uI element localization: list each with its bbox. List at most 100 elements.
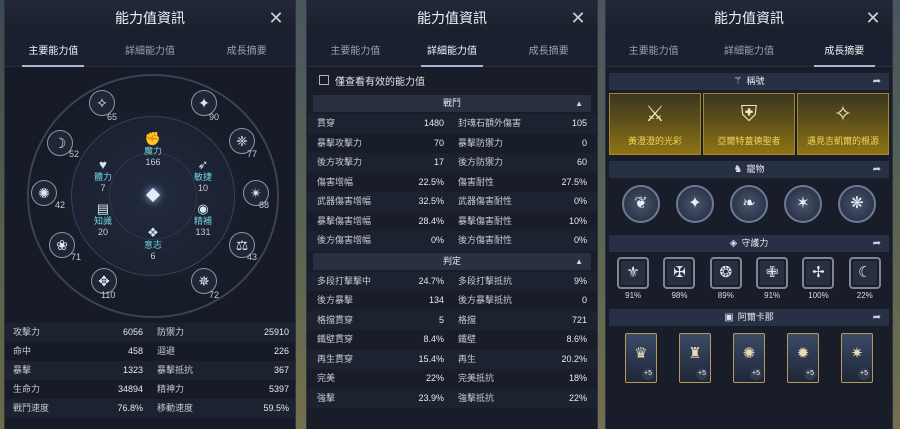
judgement-table: 多段打擊擊中 24.7% 多段打擊抵抗 9% 後方暴擊 134 後方暴擊抵抗 0 格擋貫穿 5…	[307, 271, 597, 408]
star-crest-icon: ✧	[833, 101, 853, 126]
share-arrow-icon[interactable]: ➦	[873, 309, 881, 326]
guardian-slot[interactable]: ⚜ 91%	[615, 257, 651, 303]
guardian-slot[interactable]: ☾ 22%	[847, 257, 883, 303]
sword-icon: ⚔	[645, 101, 665, 126]
glyph-value: 72	[209, 290, 220, 300]
arcana-card[interactable]: ♜ +5	[679, 333, 711, 383]
table-row: 傷害增幅 22.5% 傷害耐性 27.5%	[317, 176, 587, 187]
guardian-slot[interactable]: ✢ 100%	[800, 257, 836, 303]
shield-icon: ⛨	[740, 101, 758, 126]
glyph-value: 90	[209, 112, 220, 122]
glyph-value: 43	[247, 252, 258, 262]
stats-panel-growth: 能力值資訊 ✕ 主要能力值 詳細能力值 成長摘要 ⚚ 稱號 ➦ ⚔ 黃澄澄的光彩 …	[605, 0, 893, 429]
arcana-icon: ▣	[724, 312, 734, 323]
stat-stamina[interactable]: ♥ 體力 7	[83, 158, 123, 194]
section-header-combat[interactable]: 戰鬥 ▲	[313, 95, 591, 112]
tab-bar: 主要能力值 詳細能力值 成長摘要	[606, 37, 892, 67]
glyph-icon[interactable]: ✺	[31, 180, 57, 206]
enhance-badge: +5	[750, 368, 762, 380]
table-row: 多段打擊擊中 24.7% 多段打擊抵抗 9%	[307, 271, 597, 291]
table-row: 格擋貫穿 5 格擋 721	[307, 310, 597, 330]
stat-magic[interactable]: ✊ 魔力 166	[133, 131, 173, 168]
collapse-caret-icon[interactable]: ▲	[575, 253, 583, 270]
table-row: 後方傷害增幅 0% 後方傷害耐性 0%	[307, 231, 597, 251]
close-icon[interactable]: ✕	[267, 9, 285, 27]
tab-bar: 主要能力值 詳細能力值 成長摘要	[5, 37, 295, 67]
stat-wheel: ✧ 65 ✦ 90 ☽ 52 ❈ 77 ✺ 42 ✴ 88 ❀ 71 ⚖ 43 …	[25, 72, 281, 320]
valid-only-checkbox[interactable]: 僅查看有效的能力值	[307, 67, 597, 93]
guardian-crest-icon: ✠	[663, 257, 696, 289]
pet-slot[interactable]: ✦	[676, 185, 714, 223]
table-row: 再生貫穿 15.4% 再生 20.2%	[307, 349, 597, 369]
table-row: 戰鬥速度 76.8% 移動速度 59.5%	[5, 399, 295, 418]
title-card[interactable]: ⛨ 亞爾特蓋德聖者	[703, 93, 795, 155]
title-card[interactable]: ✧ 遇見吉凱爾的根源	[797, 93, 889, 155]
close-icon[interactable]: ✕	[864, 9, 882, 27]
glyph-value: 65	[107, 112, 118, 122]
arcana-card[interactable]: ✺ +5	[733, 333, 765, 383]
title-card[interactable]: ⚔ 黃澄澄的光彩	[609, 93, 701, 155]
tab-main-stats[interactable]: 主要能力值	[606, 37, 701, 66]
panel-title: 能力值資訊	[606, 0, 892, 37]
glyph-value: 88	[259, 200, 270, 210]
guardian-slot[interactable]: ✠ 98%	[661, 257, 697, 303]
checkbox-box[interactable]	[319, 75, 329, 85]
tab-detail-stats[interactable]: 詳細能力值	[404, 37, 501, 67]
pet-slot[interactable]: ❧	[730, 185, 768, 223]
share-arrow-icon[interactable]: ➦	[873, 73, 881, 90]
glyph-value: 42	[55, 200, 66, 210]
tab-detail-stats[interactable]: 詳細能力值	[102, 37, 199, 66]
table-row: 暴擊傷害增幅 28.4% 暴擊傷害耐性 10%	[317, 215, 587, 226]
table-row: 生命力 34894 精神力 5397	[13, 384, 289, 394]
combat-table: 貫穿 1480 封魂石額外傷害 105 暴擊攻擊力 70 暴擊防禦力 0 後方攻擊力 17 後方…	[307, 114, 597, 251]
table-row: 攻擊力 6056 防禦力 25910	[5, 323, 295, 342]
tab-main-stats[interactable]: 主要能力值	[5, 37, 102, 67]
arcana-card[interactable]: ♛ +5	[625, 333, 657, 383]
guardian-crest-icon: ✙	[756, 257, 789, 289]
stat-precision[interactable]: ◉ 精補 131	[183, 201, 223, 238]
tab-detail-stats[interactable]: 詳細能力值	[701, 37, 796, 66]
glyph-value: 71	[71, 252, 82, 262]
tab-main-stats[interactable]: 主要能力值	[307, 37, 404, 66]
table-row: 暴擊 1323 暴擊抵抗 367	[5, 361, 295, 380]
guardian-crest-icon: ☾	[848, 257, 881, 289]
guardian-crest-icon: ✢	[802, 257, 835, 289]
section-header-arcana: ▣ 阿爾卡那 ➦	[609, 309, 889, 326]
book-icon: ▤	[96, 201, 110, 216]
stats-panel-main: 能力值資訊 ✕ 主要能力值 詳細能力值 成長摘要 ✧ 65 ✦ 90 ☽ 52 …	[4, 0, 296, 429]
panel-title: 能力值資訊	[307, 0, 597, 37]
collapse-caret-icon[interactable]: ▲	[575, 95, 583, 112]
guardian-crest-icon: ⚜	[617, 257, 650, 289]
enhance-badge: +5	[804, 368, 816, 380]
section-header-titles: ⚚ 稱號 ➦	[609, 73, 889, 90]
share-arrow-icon[interactable]: ➦	[873, 235, 881, 252]
tab-growth-summary[interactable]: 成長摘要	[797, 37, 892, 67]
stat-knowledge[interactable]: ▤ 知識 20	[83, 201, 123, 238]
section-header-judgement[interactable]: 判定 ▲	[313, 252, 591, 270]
fist-icon: ✊	[144, 131, 162, 146]
tab-growth-summary[interactable]: 成長摘要	[500, 37, 597, 66]
pet-slot[interactable]: ❦	[622, 185, 660, 223]
pet-slot[interactable]: ❋	[838, 185, 876, 223]
wing-icon: ➶	[197, 157, 209, 172]
close-icon[interactable]: ✕	[569, 9, 587, 27]
title-badge-icon: ⚚	[733, 76, 743, 87]
basic-stats-table: 攻擊力 6056 防禦力 25910 命中 458 迴避 226 暴擊 1323 暴擊抵抗…	[5, 323, 295, 418]
guardian-slot[interactable]: ✙ 91%	[754, 257, 790, 303]
arcana-card[interactable]: ✷ +5	[841, 333, 873, 383]
stat-agility[interactable]: ➶ 敏捷 10	[183, 157, 223, 194]
share-arrow-icon[interactable]: ➦	[873, 161, 881, 178]
eye-icon: ◉	[197, 201, 209, 216]
guardian-slot[interactable]: ❂ 89%	[708, 257, 744, 303]
pet-slot[interactable]: ✶	[784, 185, 822, 223]
arcana-list: ♛ +5 ♜ +5 ✺ +5 ✹ +5 ✷ +5	[606, 329, 892, 387]
pets-list: ❦ ✦ ❧ ✶ ❋	[606, 181, 892, 229]
section-header-pets: ♞ 寵物 ➦	[609, 161, 889, 178]
stat-will[interactable]: ❖ 意志 6	[133, 226, 173, 262]
table-row: 貫穿 1480 封魂石額外傷害 105	[307, 114, 597, 134]
pet-icon: ♞	[733, 164, 743, 175]
arcana-card[interactable]: ✹ +5	[787, 333, 819, 383]
enhance-badge: +5	[696, 368, 708, 380]
table-row: 暴擊攻擊力 70 暴擊防禦力 0	[317, 137, 587, 148]
tab-growth-summary[interactable]: 成長摘要	[198, 37, 295, 66]
